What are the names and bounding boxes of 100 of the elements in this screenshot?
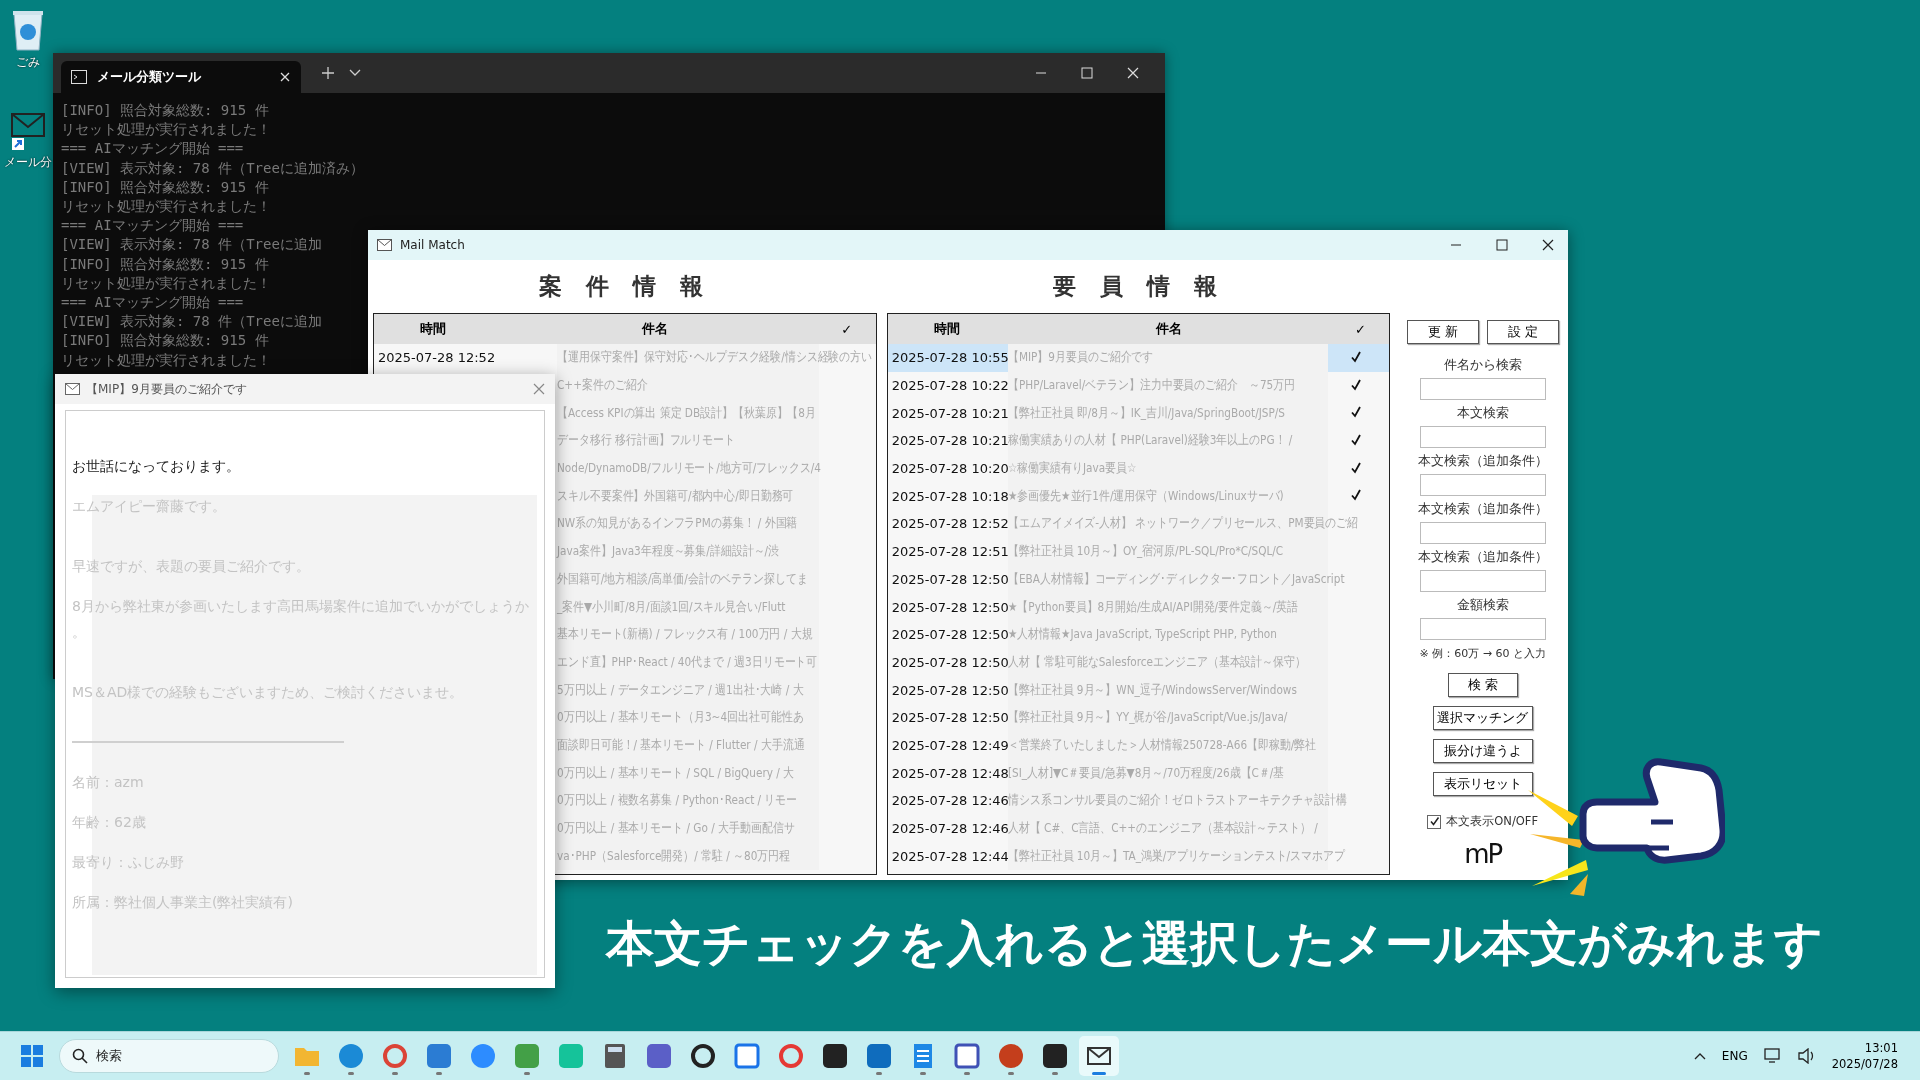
column-header[interactable]: 時間 xyxy=(374,320,492,338)
checkbox-label[interactable]: 本文表示ON/OFF xyxy=(1446,814,1539,829)
app-icon xyxy=(646,1043,672,1069)
app-icon xyxy=(426,1043,452,1069)
check-icon[interactable] xyxy=(1349,489,1362,502)
column-header[interactable]: 件名 xyxy=(492,320,818,338)
panel-button[interactable]: 設 定 xyxy=(1486,320,1559,344)
chevron-up-icon[interactable] xyxy=(1693,1052,1706,1060)
maximize-icon[interactable] xyxy=(1496,239,1508,251)
volume-icon[interactable] xyxy=(1797,1048,1816,1064)
terminal-icon xyxy=(71,70,87,84)
check-icon[interactable] xyxy=(1349,461,1362,474)
subject-cell: _案件▼小川町/8月/面談1回/スキル見合い/Flutt xyxy=(557,598,786,616)
terminal-line: === AIマッチング開始 === xyxy=(61,293,244,313)
terminal-line: [VIEW] 表示対象: 78 件（Treeに追加 xyxy=(61,235,322,255)
panel-button[interactable]: 更 新 xyxy=(1406,320,1479,344)
logo: mP xyxy=(1464,839,1502,869)
subject-cell: 【MIP】9月要員のご紹介です xyxy=(1007,349,1153,367)
input-hint: ※ 例：60万 → 60 と入力 xyxy=(1419,646,1546,661)
time-cell: 2025-07-28 12:50 xyxy=(891,682,1009,698)
terminal-tab[interactable]: メール分類ツール xyxy=(61,61,301,93)
subject-cell: 稼働実績ありの人材【 PHP(Laravel)経験3年以上のPG！ / xyxy=(1007,432,1293,450)
table-row[interactable]: 2025-07-28 10:55【MIP】9月要員のご紹介です xyxy=(887,344,1390,372)
search-field[interactable] xyxy=(1419,426,1546,448)
search-field[interactable] xyxy=(1419,378,1546,400)
field-label: 件名から検索 xyxy=(1443,357,1522,374)
search-icon xyxy=(72,1048,88,1064)
time-cell: 2025-07-28 12:48 xyxy=(891,765,1009,781)
field-label: 本文検索 xyxy=(1456,405,1509,422)
app-icon xyxy=(514,1043,540,1069)
desktop-icon-label: ごみ xyxy=(16,54,40,71)
terminal-line: [VIEW] 表示対象: 78 件（Treeに追加 xyxy=(61,312,322,332)
subject-cell: 外国籍可/地方相談/高単価/会計のベテラン探してま xyxy=(557,570,808,588)
column-header[interactable]: ✓ xyxy=(817,321,876,337)
subject-cell: スキル不要案件】外国籍可/都内中心/即日勤務可 xyxy=(557,487,794,505)
terminal-line: [INFO] 照合対象総数: 915 件 xyxy=(61,331,269,351)
taskbar-button[interactable] xyxy=(1079,1036,1119,1076)
time-cell: 2025-07-28 12:52 xyxy=(378,350,496,366)
mail-text: お世話になっております。 xyxy=(72,457,240,476)
time-cell: 2025-07-28 12:52 xyxy=(891,516,1009,532)
check-icon[interactable] xyxy=(1349,350,1362,363)
plus-icon[interactable] xyxy=(321,66,335,80)
subject-cell: [SI_人材]▼C＃要員/急募▼8月～/70万程度/26歳【C＃/基 xyxy=(1007,764,1284,782)
search-field[interactable] xyxy=(1419,474,1546,496)
search-field[interactable]: 検索 xyxy=(59,1039,279,1073)
chevron-down-icon[interactable] xyxy=(349,69,361,77)
mail-text: 。 xyxy=(72,623,86,642)
app-icon xyxy=(822,1043,848,1069)
app-icon xyxy=(866,1043,892,1069)
check-icon[interactable] xyxy=(1349,433,1362,446)
window-title: Mail Match xyxy=(400,238,465,252)
subject-cell: 【弊社正社員 10月～】OY_宿河原/PL-SQL/Pro*C/SQL/C xyxy=(1007,543,1283,561)
time-cell: 2025-07-28 12:46 xyxy=(891,821,1009,837)
subject-cell: Java案件】Java3年程度～募集/詳細設計～/渋 xyxy=(557,543,779,561)
action-button[interactable]: 表示リセット xyxy=(1432,772,1533,796)
subject-cell: ☆稼働実績有りJava要員☆ xyxy=(1007,460,1137,478)
time-cell: 2025-07-28 10:18 xyxy=(891,488,1009,504)
app-icon xyxy=(470,1043,496,1069)
field-label: 金額検索 xyxy=(1456,597,1509,614)
time-cell: 2025-07-28 12:50 xyxy=(891,627,1009,643)
field-label: 本文検索（追加条件） xyxy=(1417,453,1548,470)
time-cell: 2025-07-28 12:50 xyxy=(891,654,1009,670)
search-field[interactable] xyxy=(1419,522,1546,544)
time-cell: 2025-07-28 12:46 xyxy=(891,793,1009,809)
subject-cell: 【運用保守案件】保守対応･ヘルプデスク経験/情シス経験の方い xyxy=(557,349,873,367)
close-icon[interactable] xyxy=(1542,239,1554,251)
action-button[interactable]: 振分け違うよ xyxy=(1432,739,1533,763)
search-field[interactable] xyxy=(1419,570,1546,592)
subject-cell: ★人材情報★Java JavaScript, TypeScript PHP, Python xyxy=(1007,626,1277,644)
time-cell: 2025-07-28 10:20 xyxy=(891,461,1009,477)
clock-time[interactable]: 13:01 xyxy=(1864,1040,1898,1056)
clock-date[interactable]: 2025/07/28 xyxy=(1831,1056,1898,1072)
terminal-line: === AIマッチング開始 === xyxy=(61,216,244,236)
desktop-icon-label: メール分 xyxy=(4,154,52,171)
time-cell: 2025-07-28 10:21 xyxy=(891,433,1009,449)
time-cell: 2025-07-28 12:49 xyxy=(891,737,1009,753)
language-indicator[interactable]: ENG xyxy=(1721,1049,1748,1063)
windows-logo-icon[interactable] xyxy=(21,1045,43,1067)
subject-cell: Node/DynamoDB/フルリモート/地方可/フレックス/4 xyxy=(557,460,821,478)
app-icon xyxy=(778,1043,804,1069)
check-icon[interactable] xyxy=(1349,378,1362,391)
time-cell: 2025-07-28 10:55 xyxy=(891,350,1009,366)
field-label: 本文検索（追加条件） xyxy=(1417,501,1548,518)
terminal-line: [VIEW] 表示対象: 78 件（Treeに追加済み） xyxy=(61,158,364,178)
column-header[interactable]: 件名 xyxy=(1005,320,1332,338)
calculator-icon xyxy=(602,1043,628,1069)
network-icon[interactable] xyxy=(1763,1048,1782,1064)
action-button[interactable]: 選択マッチング xyxy=(1432,706,1533,730)
terminal-line: リセット処理が実行されました！ xyxy=(61,273,271,293)
check-icon[interactable] xyxy=(1349,406,1362,419)
action-button[interactable]: 検 索 xyxy=(1447,673,1518,697)
terminal-line: リセット処理が実行されました！ xyxy=(61,120,271,140)
terminal-line: リセット処理が実行されました！ xyxy=(61,197,271,216)
checkbox[interactable] xyxy=(1427,814,1442,829)
search-field[interactable] xyxy=(1419,618,1546,640)
section-heading: 案 件 情 報 xyxy=(537,272,712,301)
subject-cell: NW系の知見があるインフラPMの募集！ / 外国籍 xyxy=(557,515,798,533)
column-header[interactable]: 時間 xyxy=(887,320,1006,338)
column-header[interactable]: ✓ xyxy=(1331,321,1390,337)
field-label: 本文検索（追加条件） xyxy=(1417,549,1548,566)
